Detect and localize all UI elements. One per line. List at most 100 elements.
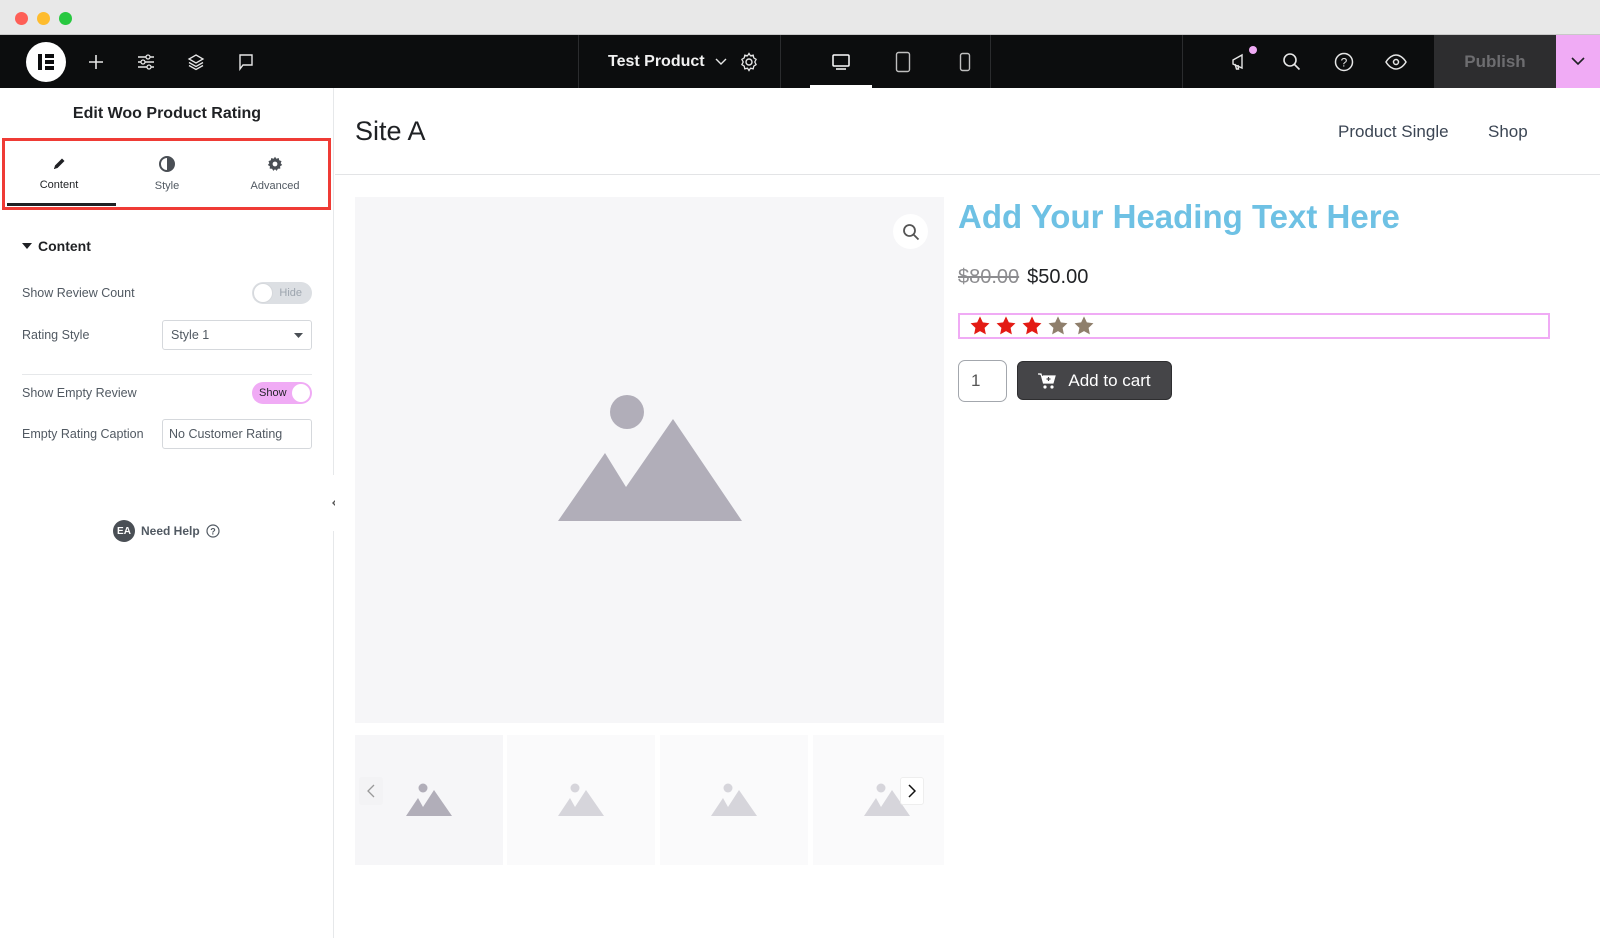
device-mobile-button[interactable]: [934, 35, 996, 88]
search-icon: [1283, 52, 1301, 70]
search-icon: [902, 223, 919, 240]
star-filled-icon: [996, 316, 1016, 335]
cart-icon: [1038, 372, 1057, 389]
comment-icon: [239, 53, 253, 71]
preview-canvas: Site A Product Single Shop Add Your Head…: [335, 88, 1600, 938]
control-show-empty-review: Show Empty Review Show: [22, 378, 312, 408]
gear-icon: [741, 51, 757, 72]
sliders-icon: [138, 53, 154, 70]
chevron-right-icon: [908, 784, 916, 798]
plus-icon: [89, 54, 103, 69]
site-title[interactable]: Site A: [355, 116, 426, 147]
control-show-review-count: Show Review Count Hide: [22, 278, 312, 308]
show-empty-review-toggle[interactable]: Show: [252, 382, 312, 404]
control-label: Show Review Count: [22, 286, 135, 300]
document-title-dropdown[interactable]: Test Product: [608, 35, 727, 88]
layers-icon: [187, 53, 205, 70]
caret-down-icon: [294, 332, 303, 338]
gallery-thumbnail[interactable]: [507, 735, 655, 865]
image-placeholder-icon: [711, 783, 757, 816]
nav-link-shop[interactable]: Shop: [1488, 122, 1528, 142]
publish-options-button[interactable]: [1556, 35, 1600, 88]
panel-tabs: Content Style Advanced: [2, 138, 331, 210]
control-rating-style: Rating Style Style 1: [22, 320, 312, 350]
preview-button[interactable]: [1382, 35, 1410, 88]
device-desktop-button[interactable]: [810, 35, 872, 88]
product-image[interactable]: [355, 197, 944, 723]
select-value: Style 1: [171, 328, 210, 342]
gear-icon: [267, 156, 283, 171]
window-close-button[interactable]: [15, 12, 28, 25]
divider: [22, 374, 312, 375]
need-help-link[interactable]: EA Need Help ?: [113, 520, 220, 542]
image-placeholder-icon: [406, 783, 452, 816]
active-tab-indicator: [7, 203, 116, 206]
device-tablet-button[interactable]: [872, 35, 934, 88]
content-section-toggle[interactable]: Content: [22, 238, 91, 254]
regular-price: $80.00: [958, 266, 1020, 288]
help-button[interactable]: ?: [1330, 35, 1358, 88]
gallery-thumbnail[interactable]: [813, 735, 944, 865]
rating-style-select[interactable]: Style 1: [162, 320, 312, 350]
star-filled-icon: [970, 316, 990, 335]
image-placeholder-icon: [558, 395, 742, 521]
finder-button[interactable]: [1278, 35, 1306, 88]
control-label: Empty Rating Caption: [22, 427, 144, 441]
publish-button[interactable]: Publish: [1434, 35, 1556, 88]
control-label: Show Empty Review: [22, 386, 137, 400]
toggle-knob: [253, 283, 273, 303]
window-titlebar: [0, 0, 1600, 35]
window-minimize-button[interactable]: [37, 12, 50, 25]
structure-button[interactable]: [182, 35, 210, 88]
thumbnail-next-button[interactable]: [900, 777, 924, 805]
megaphone-icon: [1232, 53, 1243, 70]
control-empty-rating-caption: Empty Rating Caption: [22, 419, 312, 449]
tab-style-label: Style: [154, 180, 180, 192]
help-icon: ?: [206, 524, 220, 538]
eye-icon: [1385, 53, 1407, 70]
toggle-knob: [291, 383, 311, 403]
notification-dot: [1249, 46, 1257, 54]
nav-link-product-single[interactable]: Product Single: [1338, 122, 1449, 142]
thumbnail-prev-button[interactable]: [359, 777, 383, 805]
tab-advanced[interactable]: Advanced: [221, 141, 329, 207]
whats-new-button[interactable]: [1226, 35, 1254, 88]
tab-style[interactable]: Style: [113, 141, 221, 207]
show-review-count-toggle[interactable]: Hide: [252, 282, 312, 304]
tablet-icon: [895, 51, 911, 72]
empty-rating-caption-input[interactable]: [162, 419, 312, 449]
star-filled-icon: [1022, 316, 1042, 335]
ea-logo-icon: EA: [113, 520, 135, 542]
chevron-down-icon: [1571, 57, 1585, 66]
comments-button[interactable]: [232, 35, 260, 88]
product-heading[interactable]: Add Your Heading Text Here: [958, 198, 1400, 236]
svg-text:?: ?: [1341, 55, 1348, 69]
mobile-icon: [959, 52, 971, 71]
desktop-icon: [832, 53, 850, 70]
tab-content[interactable]: Content: [5, 141, 113, 207]
add-to-cart-button[interactable]: Add to cart: [1017, 361, 1172, 400]
star-empty-icon: [1048, 316, 1068, 335]
quantity-input[interactable]: [958, 360, 1007, 402]
header-divider: [335, 174, 1600, 175]
window-zoom-button[interactable]: [59, 12, 72, 25]
svg-text:?: ?: [210, 527, 216, 537]
elementor-logo[interactable]: [26, 42, 66, 82]
page-settings-button[interactable]: [736, 35, 762, 88]
control-label: Rating Style: [22, 328, 90, 342]
panel-title: Edit Woo Product Rating: [72, 105, 262, 122]
image-zoom-button[interactable]: [893, 214, 928, 249]
add-element-button[interactable]: [82, 35, 110, 88]
caret-down-icon: [22, 243, 32, 249]
gallery-thumbnail[interactable]: [660, 735, 808, 865]
chevron-left-icon: [367, 784, 375, 798]
sale-price: $50.00: [1027, 266, 1089, 288]
editor-panel: Edit Woo Product Rating Content Style Ad…: [0, 88, 334, 938]
document-title: Test Product: [608, 52, 705, 70]
need-help-label: Need Help: [141, 524, 200, 538]
star-empty-icon: [1074, 316, 1094, 335]
site-settings-button[interactable]: [132, 35, 160, 88]
section-title: Content: [38, 238, 91, 254]
product-price: $80.00 $50.00: [958, 266, 1088, 289]
product-rating-widget[interactable]: [958, 313, 1550, 339]
